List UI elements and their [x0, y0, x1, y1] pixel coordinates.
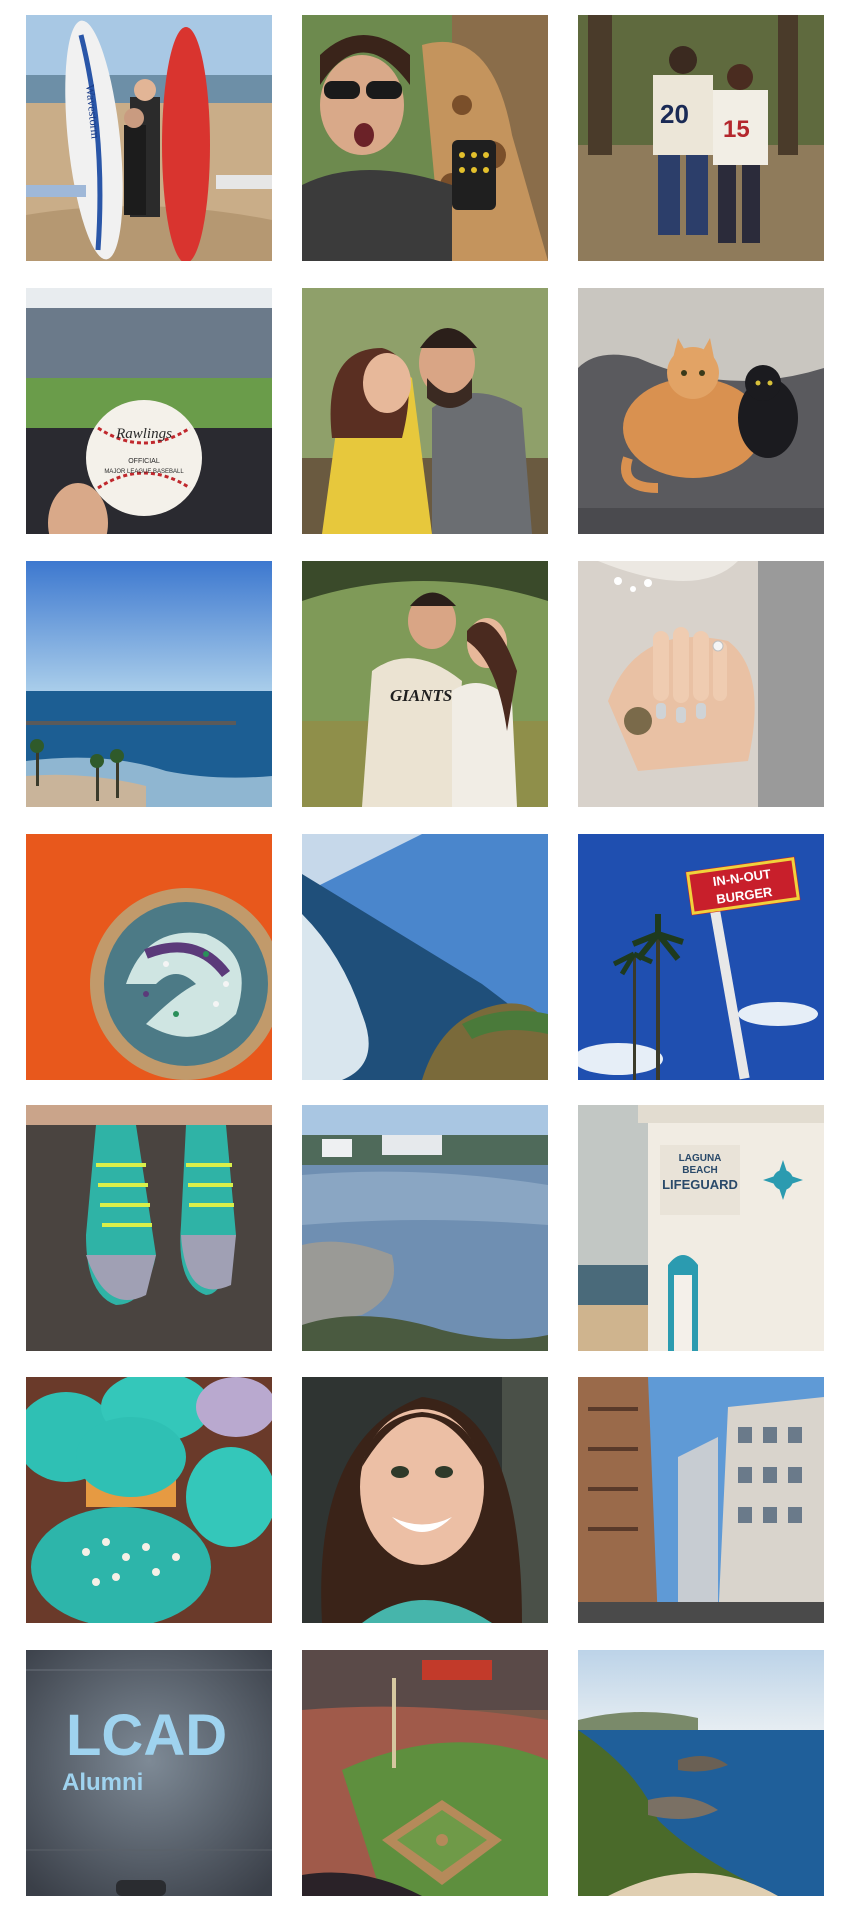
lake-view-image: [302, 1105, 548, 1351]
photo-engagement-ring[interactable]: [578, 561, 824, 807]
lcad-alumni-image: LCAD Alumni: [26, 1650, 272, 1896]
engagement-ring-image: [578, 561, 824, 807]
city-street-image: [578, 1377, 824, 1623]
photo-smiling-selfie[interactable]: [302, 1377, 548, 1623]
giants-couple-image: GIANTS: [302, 561, 548, 807]
photo-city-street[interactable]: [578, 1377, 824, 1623]
lifeguard-text-line1: LAGUNA: [679, 1153, 722, 1164]
lifeguard-text-line2: BEACH: [682, 1165, 718, 1176]
photo-giraffe-selfie[interactable]: [302, 15, 548, 261]
couple-embrace-image: [302, 288, 548, 534]
baseball-brand-text: Rawlings: [115, 426, 172, 442]
jersey-left-number: 20: [660, 99, 689, 129]
lifeguard-text-line3: LIFEGUARD: [662, 1177, 738, 1192]
photo-sneakers[interactable]: [26, 1105, 272, 1351]
photo-in-n-out-sign[interactable]: IN-N-OUT BURGER: [578, 834, 824, 1080]
smiling-selfie-image: [302, 1377, 548, 1623]
photo-cats-couch[interactable]: [578, 288, 824, 534]
photo-lake-view[interactable]: [302, 1105, 548, 1351]
photo-giants-couple[interactable]: GIANTS: [302, 561, 548, 807]
cats-couch-image: [578, 288, 824, 534]
couple-jerseys-image: 20 15: [578, 15, 824, 261]
photo-ocean-pier[interactable]: [26, 561, 272, 807]
photo-lcad-alumni[interactable]: LCAD Alumni: [26, 1650, 272, 1896]
photo-surfboards-beach[interactable]: Wavestorm: [26, 15, 272, 261]
jersey-right-number: 15: [723, 116, 750, 143]
giraffe-selfie-image: [302, 15, 548, 261]
sneakers-image: [26, 1105, 272, 1351]
photo-tilted-coast[interactable]: [302, 834, 548, 1080]
baseball-stadium-image: Rawlings OFFICIAL MAJOR LEAGUE BASEBALL: [26, 288, 272, 534]
jersey-team-text: GIANTS: [390, 686, 452, 705]
baseball-official-text: OFFICIAL: [128, 458, 160, 465]
laguna-cove-image: [578, 1650, 824, 1896]
photo-baseball-stadium[interactable]: Rawlings OFFICIAL MAJOR LEAGUE BASEBALL: [26, 288, 272, 534]
in-n-out-sign-image: IN-N-OUT BURGER: [578, 834, 824, 1080]
lcad-sub-text: Alumni: [62, 1769, 143, 1796]
photo-lifeguard-tower[interactable]: LAGUNA BEACH LIFEGUARD: [578, 1105, 824, 1351]
photo-grid: Wavestorm 20 15 Rawlings OFFICIAL MAJOR …: [0, 0, 862, 1926]
ballpark-field-image: [302, 1650, 548, 1896]
photo-laguna-cove[interactable]: [578, 1650, 824, 1896]
photo-couple-embrace[interactable]: [302, 288, 548, 534]
photo-cupcake-orange[interactable]: [26, 834, 272, 1080]
tilted-coast-image: [302, 834, 548, 1080]
surfboards-beach-image: Wavestorm: [26, 15, 272, 261]
lcad-logo-text: LCAD: [66, 1703, 227, 1768]
teal-cupcakes-image: [26, 1377, 272, 1623]
lifeguard-tower-image: LAGUNA BEACH LIFEGUARD: [578, 1105, 824, 1351]
photo-ballpark-field[interactable]: [302, 1650, 548, 1896]
photo-teal-cupcakes[interactable]: [26, 1377, 272, 1623]
cupcake-orange-image: [26, 834, 272, 1080]
ocean-pier-image: [26, 561, 272, 807]
photo-couple-jerseys[interactable]: 20 15: [578, 15, 824, 261]
baseball-league-text: MAJOR LEAGUE BASEBALL: [104, 469, 184, 475]
